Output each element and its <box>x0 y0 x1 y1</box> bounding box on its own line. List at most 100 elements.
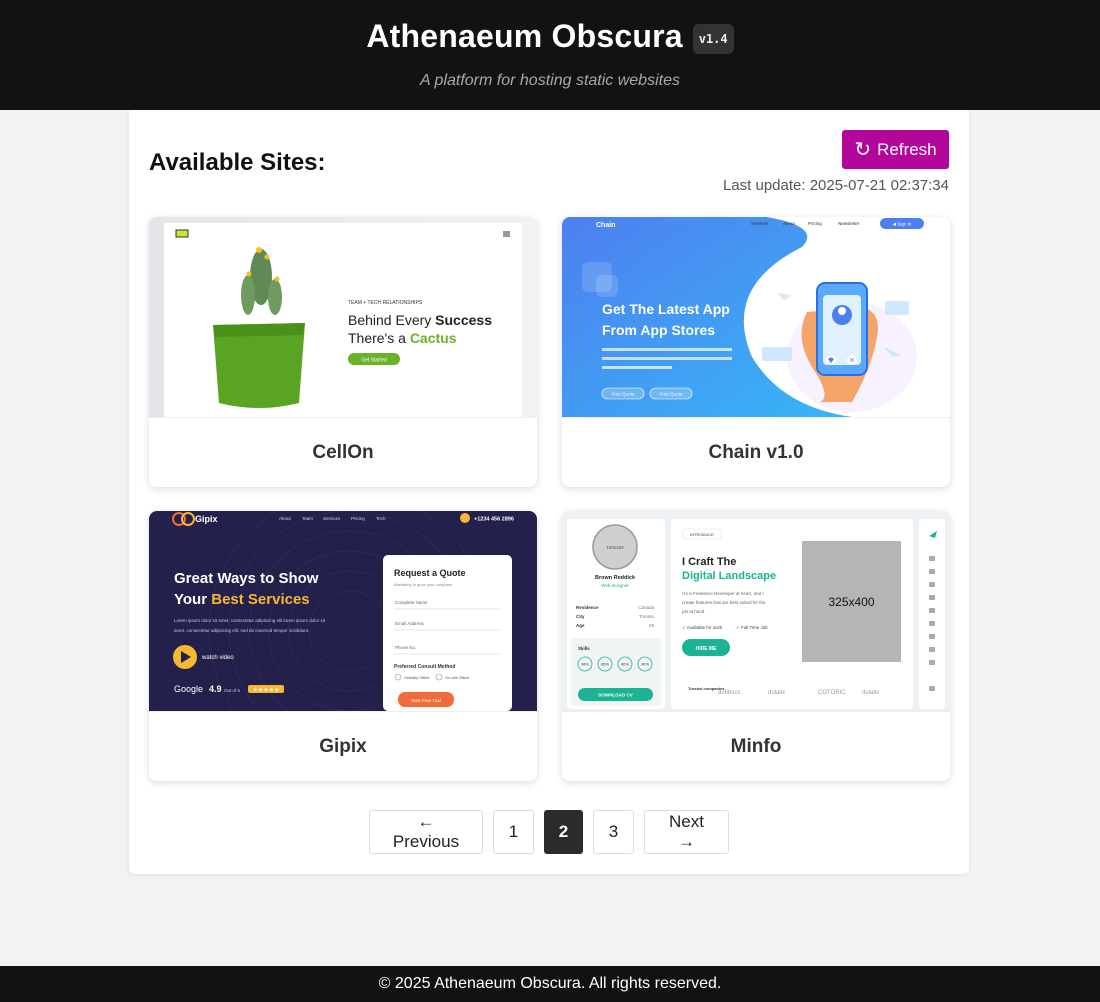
page-2-button[interactable]: 2 <box>544 810 583 854</box>
gipix-headline-2b: Best Services <box>211 591 309 608</box>
gipix-logo: Gipix <box>195 514 218 524</box>
previous-page-button[interactable]: ← Previous <box>369 810 483 854</box>
minfo-badge: INTRODUCE <box>690 532 714 537</box>
minfo-skill-1: 85% <box>601 663 609 667</box>
page-1-button[interactable]: 1 <box>493 810 534 854</box>
chain-btn-1: Free Quote <box>612 392 635 397</box>
cellon-headline-2a: There's a <box>348 330 410 346</box>
gipix-watch: watch video <box>201 655 234 661</box>
site-footer: © 2025 Athenaeum Obscura. All rights res… <box>0 966 1100 1002</box>
site-card-title: Minfo <box>562 711 950 781</box>
svg-text:There's a Cactus: There's a Cactus <box>348 330 457 346</box>
gipix-nav-2: Services <box>323 516 341 521</box>
minfo-skills-label: Skills <box>578 646 590 651</box>
minfo-person: Brown Reddick <box>595 575 636 581</box>
site-card-minfo[interactable]: 150x150 Brown Reddick Web designer Resid… <box>562 511 950 781</box>
page-3-button[interactable]: 3 <box>593 810 634 854</box>
minfo-body-2: create features that are best suited for… <box>682 600 766 605</box>
minfo-check-2: Full Time Job <box>741 625 768 630</box>
gipix-rating-value: 4.9 <box>209 684 222 694</box>
minfo-body-1: I'm a Freelance Developer at heart, and … <box>682 591 764 596</box>
minfo-headline-1: I Craft The <box>682 556 736 568</box>
minfo-headline-2: Digital Landscape <box>682 570 776 582</box>
gipix-rating-suffix: Out of 5 <box>224 688 241 693</box>
site-card-gipix[interactable]: Gipix About Team Services Pricing Tech +… <box>149 511 537 781</box>
minfo-role: Web designer <box>601 583 629 588</box>
chain-logo: Chain <box>596 222 615 229</box>
cellon-cta: Get Started <box>361 358 387 364</box>
site-subtitle: A platform for hosting static websites <box>420 72 680 89</box>
minfo-preview: 150x150 Brown Reddick Web designer Resid… <box>562 511 950 711</box>
gipix-rating-stars: ★★★★★ <box>253 687 280 694</box>
site-thumbnail: 150x150 Brown Reddick Web designer Resid… <box>562 511 950 711</box>
minfo-info-label-1: City <box>576 614 585 619</box>
site-header: Athenaeum Obscura v1.4 A platform for ho… <box>0 0 1100 110</box>
minfo-avatar-text: 150x150 <box>606 545 624 550</box>
panel-heading: Available Sites: <box>149 149 326 176</box>
gipix-nav-0: About <box>279 516 292 521</box>
gipix-nav-4: Tech <box>376 516 386 521</box>
minfo-skill-2: 80% <box>621 663 629 667</box>
gipix-body-2: amet, consectetur adipiscing elit, sed d… <box>174 628 309 633</box>
gipix-form-submit: Start Free Trial <box>411 698 441 703</box>
minfo-skill-3: 90% <box>641 663 649 667</box>
svg-text:✓ Full Time Job: ✓ Full Time Job <box>736 625 768 630</box>
svg-text:✕: ✕ <box>849 358 855 365</box>
gipix-rating-brand: Google <box>174 684 203 694</box>
svg-text:Behind Every Success: Behind Every Success <box>348 312 492 328</box>
chain-signin: ◀ Sign In <box>893 222 912 227</box>
site-card-title: CellOn <box>149 417 537 487</box>
chain-btn-2: Free Quote <box>660 392 683 397</box>
site-title: Athenaeum Obscura <box>366 18 683 54</box>
minfo-info-value-0: Canada <box>638 605 654 610</box>
cellon-tagline: TEAM + TECH RELATIONSHIPS <box>348 300 423 306</box>
chain-nav-0: Home <box>726 221 739 226</box>
gipix-nav-1: Team <box>302 516 313 521</box>
gipix-form-sub: Marketing to grow your company <box>394 582 452 587</box>
gipix-form-title: Request a Quote <box>394 568 466 578</box>
minfo-info-label-0: Residence <box>576 605 599 610</box>
version-badge: v1.4 <box>692 23 734 54</box>
site-card-title: Chain v1.0 <box>562 417 950 487</box>
minfo-logo-2: COTORIC <box>818 690 846 696</box>
site-thumbnail: Gipix About Team Services Pricing Tech +… <box>149 511 537 711</box>
chain-nav-2: About <box>783 221 796 226</box>
chain-nav-1: Services <box>751 221 769 226</box>
refresh-icon: ↻ <box>854 138 872 161</box>
site-card-chain[interactable]: Chain Home Services About Pricing Newsle… <box>562 217 950 487</box>
gipix-body-1: Lorem ipsum dolor sit amet, consectetur … <box>174 618 326 623</box>
sites-panel: Available Sites: ↻ Refresh Last update: … <box>129 110 969 874</box>
minfo-logo-3: dulalix <box>862 690 879 696</box>
cellon-headline-1b: Success <box>435 312 492 328</box>
minfo-skill-0: 98% <box>581 663 589 667</box>
gipix-headline-2a: Your <box>174 591 211 608</box>
minfo-placeholder: 325x400 <box>828 595 874 609</box>
minfo-logo-1: dulalix <box>768 690 785 696</box>
chain-nav-3: Pricing <box>808 221 822 226</box>
svg-text:Your Best Services: Your Best Services <box>174 591 310 608</box>
gipix-form-method: Preferred Consult Method <box>394 664 455 670</box>
refresh-button[interactable]: ↻ Refresh <box>842 130 949 169</box>
cellon-preview: TEAM + TECH RELATIONSHIPS Behind Every S… <box>149 217 537 417</box>
gipix-preview: Gipix About Team Services Pricing Tech +… <box>149 511 537 711</box>
footer-copyright: © 2025 Athenaeum Obscura. All rights res… <box>378 975 722 992</box>
minfo-cta: HIRE ME <box>696 646 718 652</box>
cellon-headline-2b: Cactus <box>410 330 457 346</box>
site-card-title: Gipix <box>149 711 537 781</box>
minfo-body-3: job at hand. <box>681 609 706 614</box>
minfo-info-value-1: Toronto <box>639 614 655 619</box>
minfo-info-label-2: Age <box>576 623 585 628</box>
chain-headline-1: Get The Latest App <box>602 301 730 317</box>
chain-nav-4: Newsletter <box>838 221 860 226</box>
last-update: Last update: 2025-07-21 02:37:34 <box>722 177 949 194</box>
minfo-logo-0: dobbscs <box>718 690 740 696</box>
minfo-info-value-2: 26 <box>649 623 655 628</box>
minfo-download: DOWNLOAD CV <box>598 693 633 698</box>
site-card-cellon[interactable]: TEAM + TECH RELATIONSHIPS Behind Every S… <box>149 217 537 487</box>
chain-headline-2: From App Stores <box>602 322 715 338</box>
gipix-nav-3: Pricing <box>351 516 365 521</box>
next-page-button[interactable]: Next → <box>644 810 729 854</box>
gipix-phone: +1234 456 2896 <box>474 517 514 523</box>
gipix-form-field-2: Phone No. <box>395 645 416 650</box>
site-thumbnail: Chain Home Services About Pricing Newsle… <box>562 217 950 417</box>
